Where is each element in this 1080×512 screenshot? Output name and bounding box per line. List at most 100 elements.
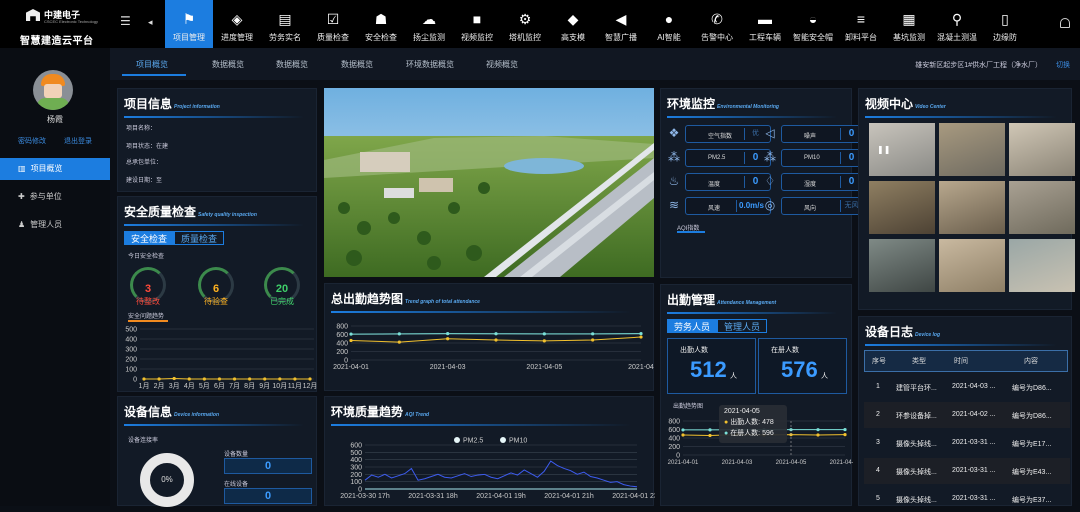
table-row[interactable]: 5摄像头掉线...2021-03-31 ...编号为E37... — [864, 486, 1070, 512]
data-point — [639, 332, 642, 335]
edge-icon: ▯ — [997, 11, 1013, 27]
y-tick-label: 0 — [676, 453, 680, 460]
progress-icon: ◈ — [229, 11, 245, 27]
org-icon: ✚ — [18, 192, 25, 201]
nav-item-label: 边缘防 — [977, 32, 1033, 43]
nav-item[interactable]: ◆高支模 — [549, 0, 597, 48]
y-tick-label: 600 — [350, 443, 362, 450]
subnav-tab[interactable]: 数据概览 — [341, 59, 373, 70]
nav-item[interactable]: ◒智能安全帽 — [789, 0, 837, 48]
nav-item[interactable]: ●AI智能 — [645, 0, 693, 48]
video-thumbnail[interactable]: ❚❚ — [869, 123, 935, 176]
y-tick-label: 100 — [125, 367, 137, 374]
data-point — [188, 377, 191, 380]
table-row[interactable]: 4摄像头掉线...2021-03-31 ...编号为E43... — [864, 458, 1070, 484]
panel-title: 视频中心Video Center — [865, 95, 946, 112]
env-metric: ≋风速0.0m/s — [685, 197, 771, 215]
helmet-icon: ◒ — [805, 11, 821, 27]
video-thumbnail[interactable] — [1009, 123, 1075, 176]
data-point — [349, 332, 352, 335]
nav-item[interactable]: ■视频监控 — [453, 0, 501, 48]
pause-icon[interactable]: ❚❚ — [877, 145, 890, 154]
sidebar-item-label: 参与单位 — [30, 192, 62, 201]
sidebar-item[interactable]: ✚ 参与单位 — [0, 186, 110, 208]
video-thumbnail[interactable] — [939, 239, 1005, 292]
table-cell: 3 — [876, 439, 880, 446]
nav-item[interactable]: ☗安全检查 — [357, 0, 405, 48]
table-row[interactable]: 2环参设备掉...2021-04-02 ...编号为D86... — [864, 402, 1070, 428]
cloud-icon: ☁ — [421, 11, 437, 27]
video-thumbnail[interactable] — [1009, 181, 1075, 234]
y-tick-label: 500 — [350, 450, 362, 457]
panel-title: 环境监控Environmental Monitoring — [667, 95, 779, 112]
video-thumbnail[interactable] — [869, 181, 935, 234]
table-row[interactable]: 3摄像头掉线...2021-03-31 ...编号为E17... — [864, 430, 1070, 456]
env-metric-name: 湿度 — [804, 179, 816, 188]
table-cell: 2 — [876, 411, 880, 418]
data-point — [398, 341, 401, 344]
logout-link[interactable]: 退出登录 — [64, 136, 92, 146]
table-cell: 编号为D86... — [1012, 383, 1052, 393]
tab-managers[interactable]: 管理人员 — [717, 319, 767, 333]
subnav-tab[interactable]: 数据概览 — [276, 59, 308, 70]
wind-icon: ≋ — [666, 198, 682, 214]
menu-toggle-icon[interactable]: ☰ — [120, 14, 131, 28]
table-header-cell: 序号 — [872, 356, 886, 366]
nav-item[interactable]: ▦基坑监测 — [885, 0, 933, 48]
present-count-card: 出勤人数 512 人 — [667, 338, 756, 394]
person-icon: ♟ — [18, 220, 25, 229]
video-thumbnail[interactable] — [1009, 239, 1075, 292]
nav-item[interactable]: ☁扬尘监测 — [405, 0, 453, 48]
env-metric-name: 风向 — [804, 203, 816, 212]
switch-link[interactable]: 切换 — [1056, 60, 1070, 70]
nav-item[interactable]: ⚲混凝土测温 — [933, 0, 981, 48]
compass-icon: ◎ — [762, 198, 778, 214]
subnav-tab[interactable]: 视频概览 — [486, 59, 518, 70]
y-tick-label: 800 — [668, 419, 680, 426]
data-point — [293, 377, 296, 380]
sidebar-item[interactable]: ▥项目概览 — [0, 158, 110, 180]
nav-item[interactable]: ⚙塔机监控 — [501, 0, 549, 48]
tab-quality-check[interactable]: 质量检查 — [174, 231, 224, 245]
video-thumbnail[interactable] — [869, 239, 935, 292]
subnav-tab[interactable]: 项目概览 — [136, 59, 168, 70]
x-tick-label: 12月 — [303, 382, 318, 390]
nav-item[interactable]: ▬工程车辆 — [741, 0, 789, 48]
card-label: 在册人数 — [771, 345, 799, 355]
tab-labor[interactable]: 劳务人员 — [667, 319, 717, 333]
table-row[interactable]: 1建管平台环...2021-04-03 ...编号为D86... — [864, 374, 1070, 400]
nav-item[interactable]: ▤劳务实名 — [261, 0, 309, 48]
card-value: 512 — [690, 357, 727, 383]
x-tick-label: 5月 — [199, 382, 210, 390]
nav-item[interactable]: ◀智慧广播 — [597, 0, 645, 48]
nav-item[interactable]: ≡卸料平台 — [837, 0, 885, 48]
table-cell: 摄像头掉线... — [896, 467, 937, 477]
device-count-value: 0 — [224, 458, 312, 474]
table-cell: 编号为D86... — [1012, 411, 1052, 421]
subnav-tab[interactable]: 数据概览 — [212, 59, 244, 70]
video-thumbnail[interactable] — [939, 181, 1005, 234]
bell-icon[interactable] — [1060, 18, 1070, 28]
x-tick-label: 9月 — [259, 382, 270, 390]
change-password-link[interactable]: 密码修改 — [18, 136, 46, 146]
nav-item[interactable]: ⚑项目管理 — [165, 0, 213, 48]
x-tick-label: 2021-04-03 — [722, 460, 753, 466]
subnav-tab[interactable]: 环境数据概览 — [406, 59, 454, 70]
data-point — [843, 428, 846, 431]
active-tab-underline — [122, 74, 186, 76]
avatar[interactable] — [33, 70, 73, 110]
nav-scroll-left-icon[interactable]: ◂ — [148, 17, 153, 28]
x-tick-label: 2月 — [154, 382, 165, 390]
nav-item[interactable]: ✆告警中心 — [693, 0, 741, 48]
video-thumbnail[interactable] — [939, 123, 1005, 176]
y-tick-label: 400 — [350, 457, 362, 464]
env-trend-chart: 01002003004005006002021-03-30 17h2021-03… — [325, 437, 655, 507]
nav-item[interactable]: ▯边缘防 — [981, 0, 1029, 48]
gauge-label: 待验查 — [193, 296, 239, 307]
tab-safety-check[interactable]: 安全检查 — [124, 231, 174, 245]
panel-title: 出勤管理Attendance Management — [667, 291, 776, 308]
nav-item[interactable]: ☑质量检查 — [309, 0, 357, 48]
project-status-field: 项目状态：在建 — [126, 141, 168, 150]
sidebar-item[interactable]: ♟管理人员 — [0, 214, 110, 236]
nav-item[interactable]: ◈进度管理 — [213, 0, 261, 48]
